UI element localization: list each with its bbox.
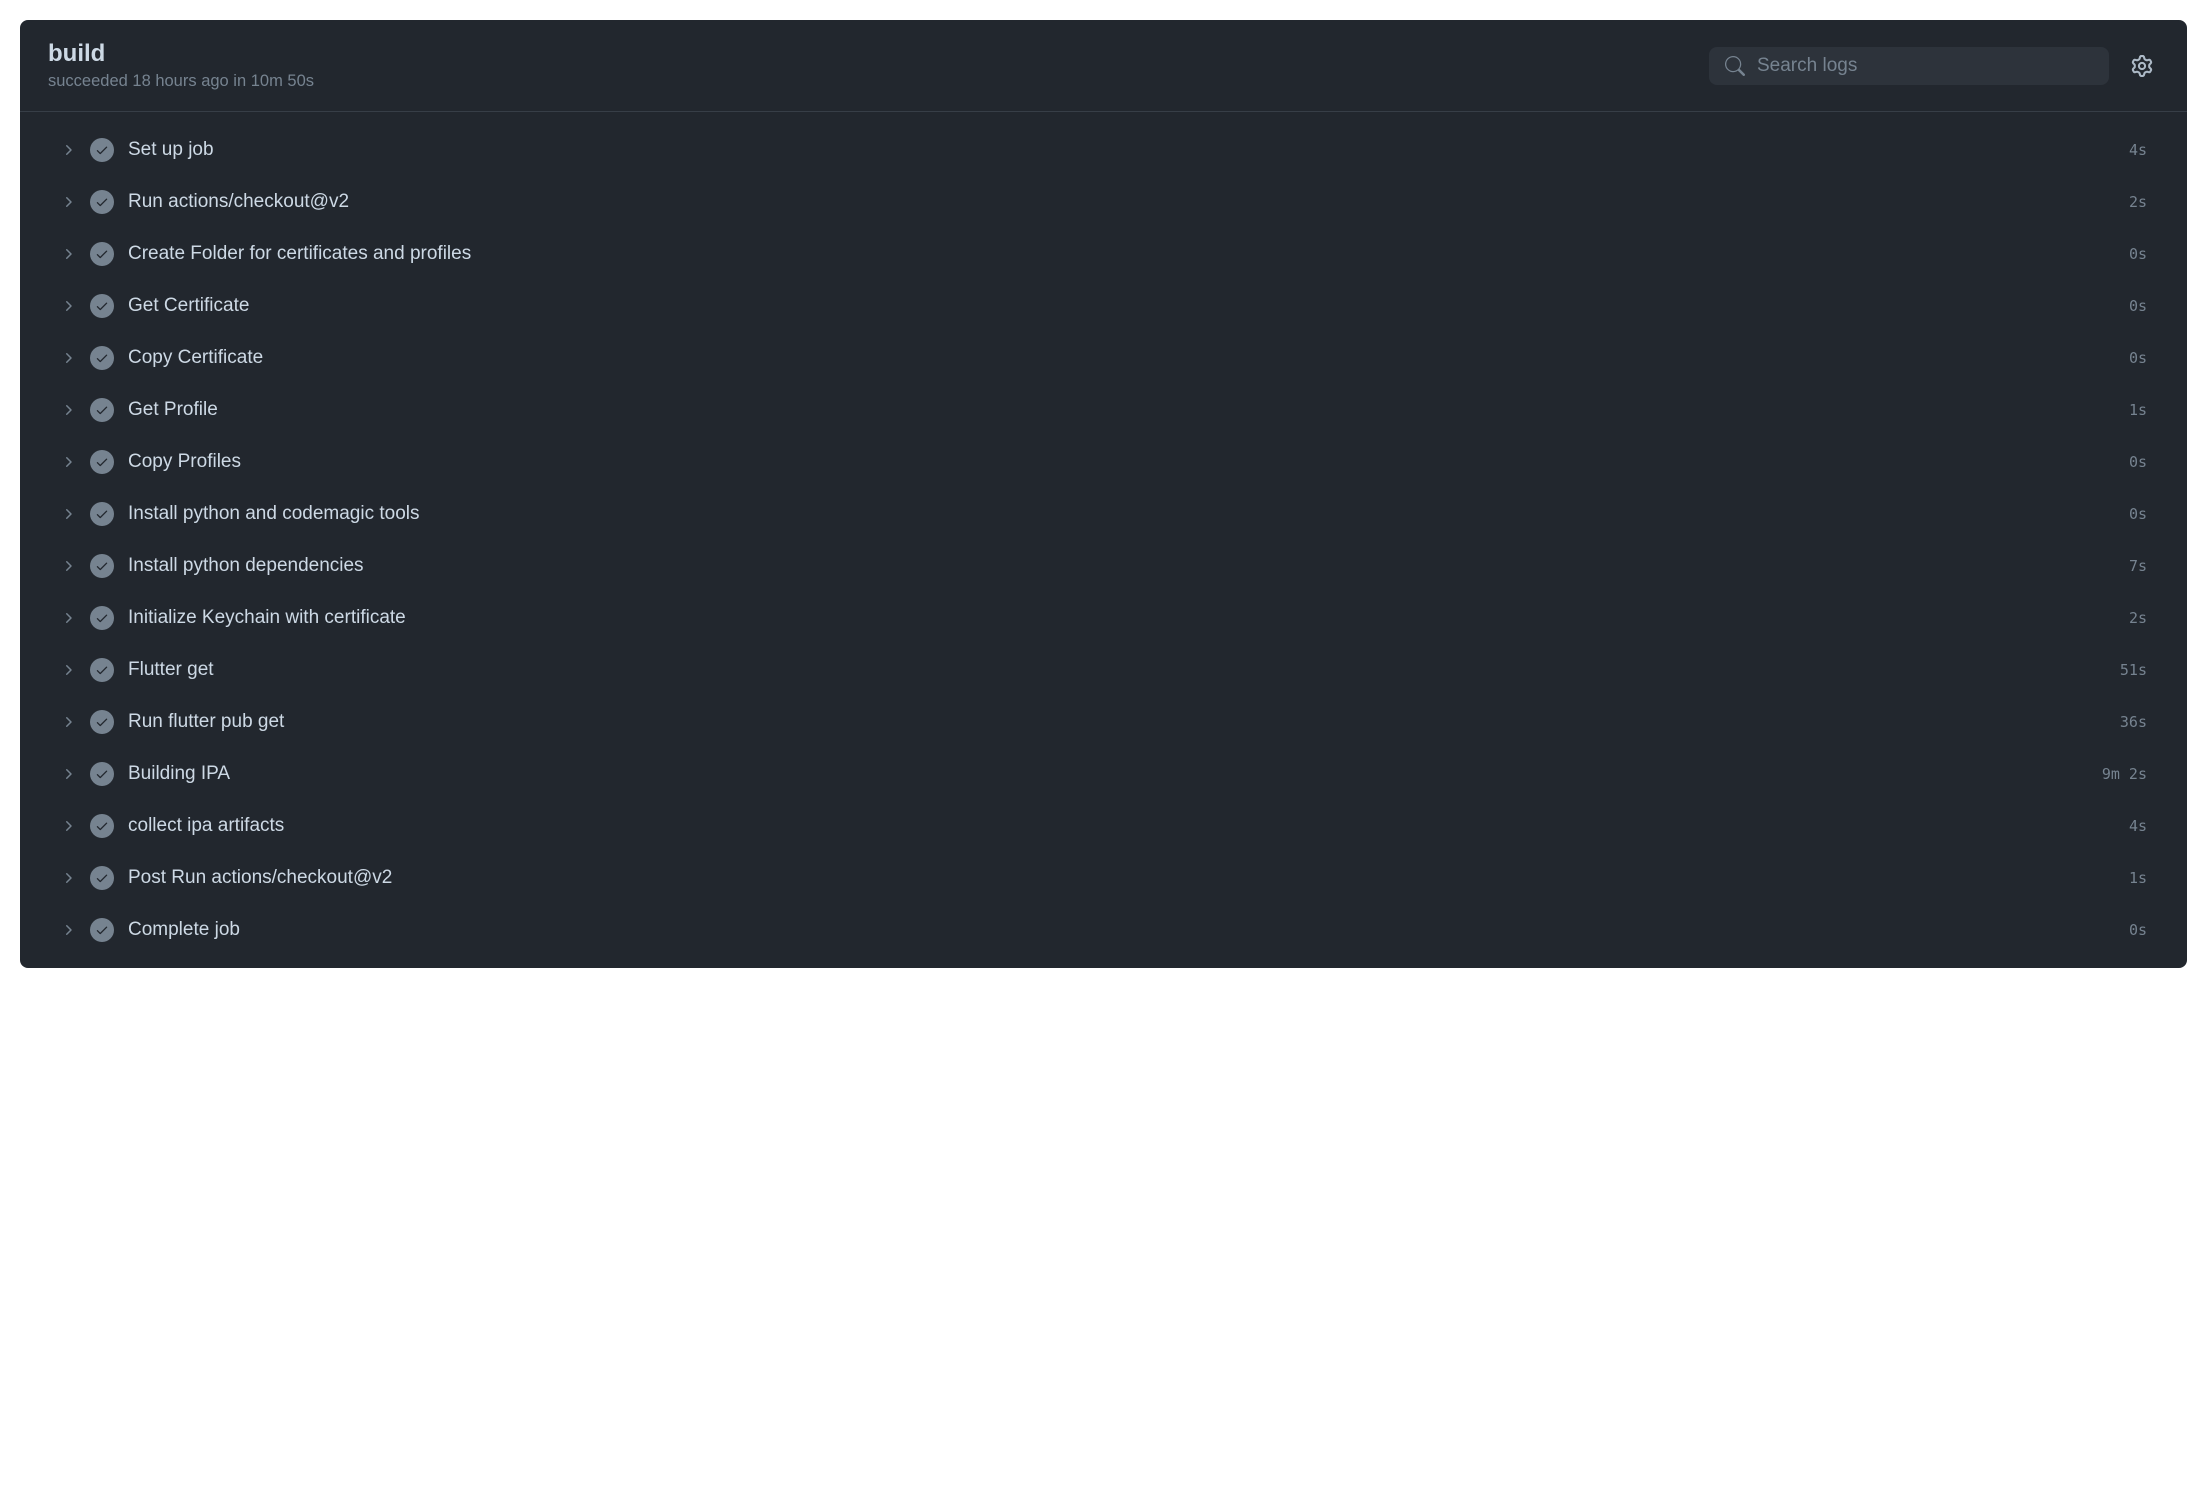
header-title-block: build succeeded 18 hours ago in 10m 50s: [48, 40, 314, 91]
step-duration: 0s: [2129, 505, 2147, 523]
step-row[interactable]: Post Run actions/checkout@v2 1s: [32, 852, 2175, 904]
gear-icon: [2131, 55, 2153, 77]
step-label: Run actions/checkout@v2: [128, 191, 2115, 213]
chevron-right-icon: [60, 194, 76, 210]
step-label: Create Folder for certificates and profi…: [128, 243, 2115, 265]
step-label: Building IPA: [128, 763, 2088, 785]
build-log-panel: build succeeded 18 hours ago in 10m 50s …: [20, 20, 2187, 968]
check-icon: [90, 918, 114, 942]
check-icon: [90, 398, 114, 422]
step-label: Post Run actions/checkout@v2: [128, 867, 2115, 889]
step-row[interactable]: Run flutter pub get 36s: [32, 696, 2175, 748]
step-label: Get Profile: [128, 399, 2115, 421]
check-icon: [90, 554, 114, 578]
check-icon: [90, 346, 114, 370]
chevron-right-icon: [60, 350, 76, 366]
step-row[interactable]: Run actions/checkout@v2 2s: [32, 176, 2175, 228]
chevron-right-icon: [60, 922, 76, 938]
step-row[interactable]: Get Certificate 0s: [32, 280, 2175, 332]
check-icon: [90, 658, 114, 682]
chevron-right-icon: [60, 298, 76, 314]
chevron-right-icon: [60, 662, 76, 678]
check-icon: [90, 762, 114, 786]
job-title: build: [48, 40, 314, 68]
check-icon: [90, 814, 114, 838]
step-label: Flutter get: [128, 659, 2106, 681]
panel-header: build succeeded 18 hours ago in 10m 50s: [20, 20, 2187, 112]
chevron-right-icon: [60, 714, 76, 730]
step-label: Complete job: [128, 919, 2115, 941]
header-actions: [1709, 47, 2159, 85]
step-row[interactable]: collect ipa artifacts 4s: [32, 800, 2175, 852]
step-row[interactable]: Create Folder for certificates and profi…: [32, 228, 2175, 280]
job-status: succeeded 18 hours ago in 10m 50s: [48, 72, 314, 91]
step-duration: 0s: [2129, 453, 2147, 471]
step-duration: 1s: [2129, 869, 2147, 887]
step-row[interactable]: Complete job 0s: [32, 904, 2175, 956]
chevron-right-icon: [60, 506, 76, 522]
step-label: Set up job: [128, 139, 2115, 161]
search-container[interactable]: [1709, 47, 2109, 85]
chevron-right-icon: [60, 402, 76, 418]
check-icon: [90, 190, 114, 214]
check-icon: [90, 866, 114, 890]
chevron-right-icon: [60, 454, 76, 470]
check-icon: [90, 710, 114, 734]
step-duration: 0s: [2129, 921, 2147, 939]
chevron-right-icon: [60, 610, 76, 626]
check-icon: [90, 242, 114, 266]
step-label: Install python and codemagic tools: [128, 503, 2115, 525]
chevron-right-icon: [60, 142, 76, 158]
step-label: Run flutter pub get: [128, 711, 2106, 733]
step-duration: 0s: [2129, 245, 2147, 263]
step-label: Install python dependencies: [128, 555, 2115, 577]
step-row[interactable]: Install python dependencies 7s: [32, 540, 2175, 592]
step-label: collect ipa artifacts: [128, 815, 2115, 837]
step-label: Copy Profiles: [128, 451, 2115, 473]
step-label: Copy Certificate: [128, 347, 2115, 369]
step-row[interactable]: Set up job 4s: [32, 124, 2175, 176]
step-duration: 0s: [2129, 297, 2147, 315]
steps-list: Set up job 4s Run actions/checkout@v2 2s Cre…: [20, 112, 2187, 968]
step-row[interactable]: Install python and codemagic tools 0s: [32, 488, 2175, 540]
step-duration: 9m 2s: [2102, 765, 2147, 783]
check-icon: [90, 138, 114, 162]
step-duration: 2s: [2129, 193, 2147, 211]
settings-button[interactable]: [2125, 49, 2159, 83]
chevron-right-icon: [60, 558, 76, 574]
step-duration: 0s: [2129, 349, 2147, 367]
step-label: Get Certificate: [128, 295, 2115, 317]
check-icon: [90, 606, 114, 630]
step-duration: 4s: [2129, 817, 2147, 835]
chevron-right-icon: [60, 246, 76, 262]
search-icon: [1725, 56, 1745, 76]
step-row[interactable]: Initialize Keychain with certificate 2s: [32, 592, 2175, 644]
search-input[interactable]: [1757, 55, 2093, 77]
step-duration: 2s: [2129, 609, 2147, 627]
check-icon: [90, 294, 114, 318]
step-row[interactable]: Flutter get 51s: [32, 644, 2175, 696]
step-label: Initialize Keychain with certificate: [128, 607, 2115, 629]
step-duration: 36s: [2120, 713, 2147, 731]
check-icon: [90, 450, 114, 474]
check-icon: [90, 502, 114, 526]
step-row[interactable]: Copy Profiles 0s: [32, 436, 2175, 488]
chevron-right-icon: [60, 870, 76, 886]
step-duration: 51s: [2120, 661, 2147, 679]
step-duration: 4s: [2129, 141, 2147, 159]
chevron-right-icon: [60, 766, 76, 782]
step-duration: 7s: [2129, 557, 2147, 575]
chevron-right-icon: [60, 818, 76, 834]
step-duration: 1s: [2129, 401, 2147, 419]
step-row[interactable]: Copy Certificate 0s: [32, 332, 2175, 384]
step-row[interactable]: Get Profile 1s: [32, 384, 2175, 436]
step-row[interactable]: Building IPA 9m 2s: [32, 748, 2175, 800]
